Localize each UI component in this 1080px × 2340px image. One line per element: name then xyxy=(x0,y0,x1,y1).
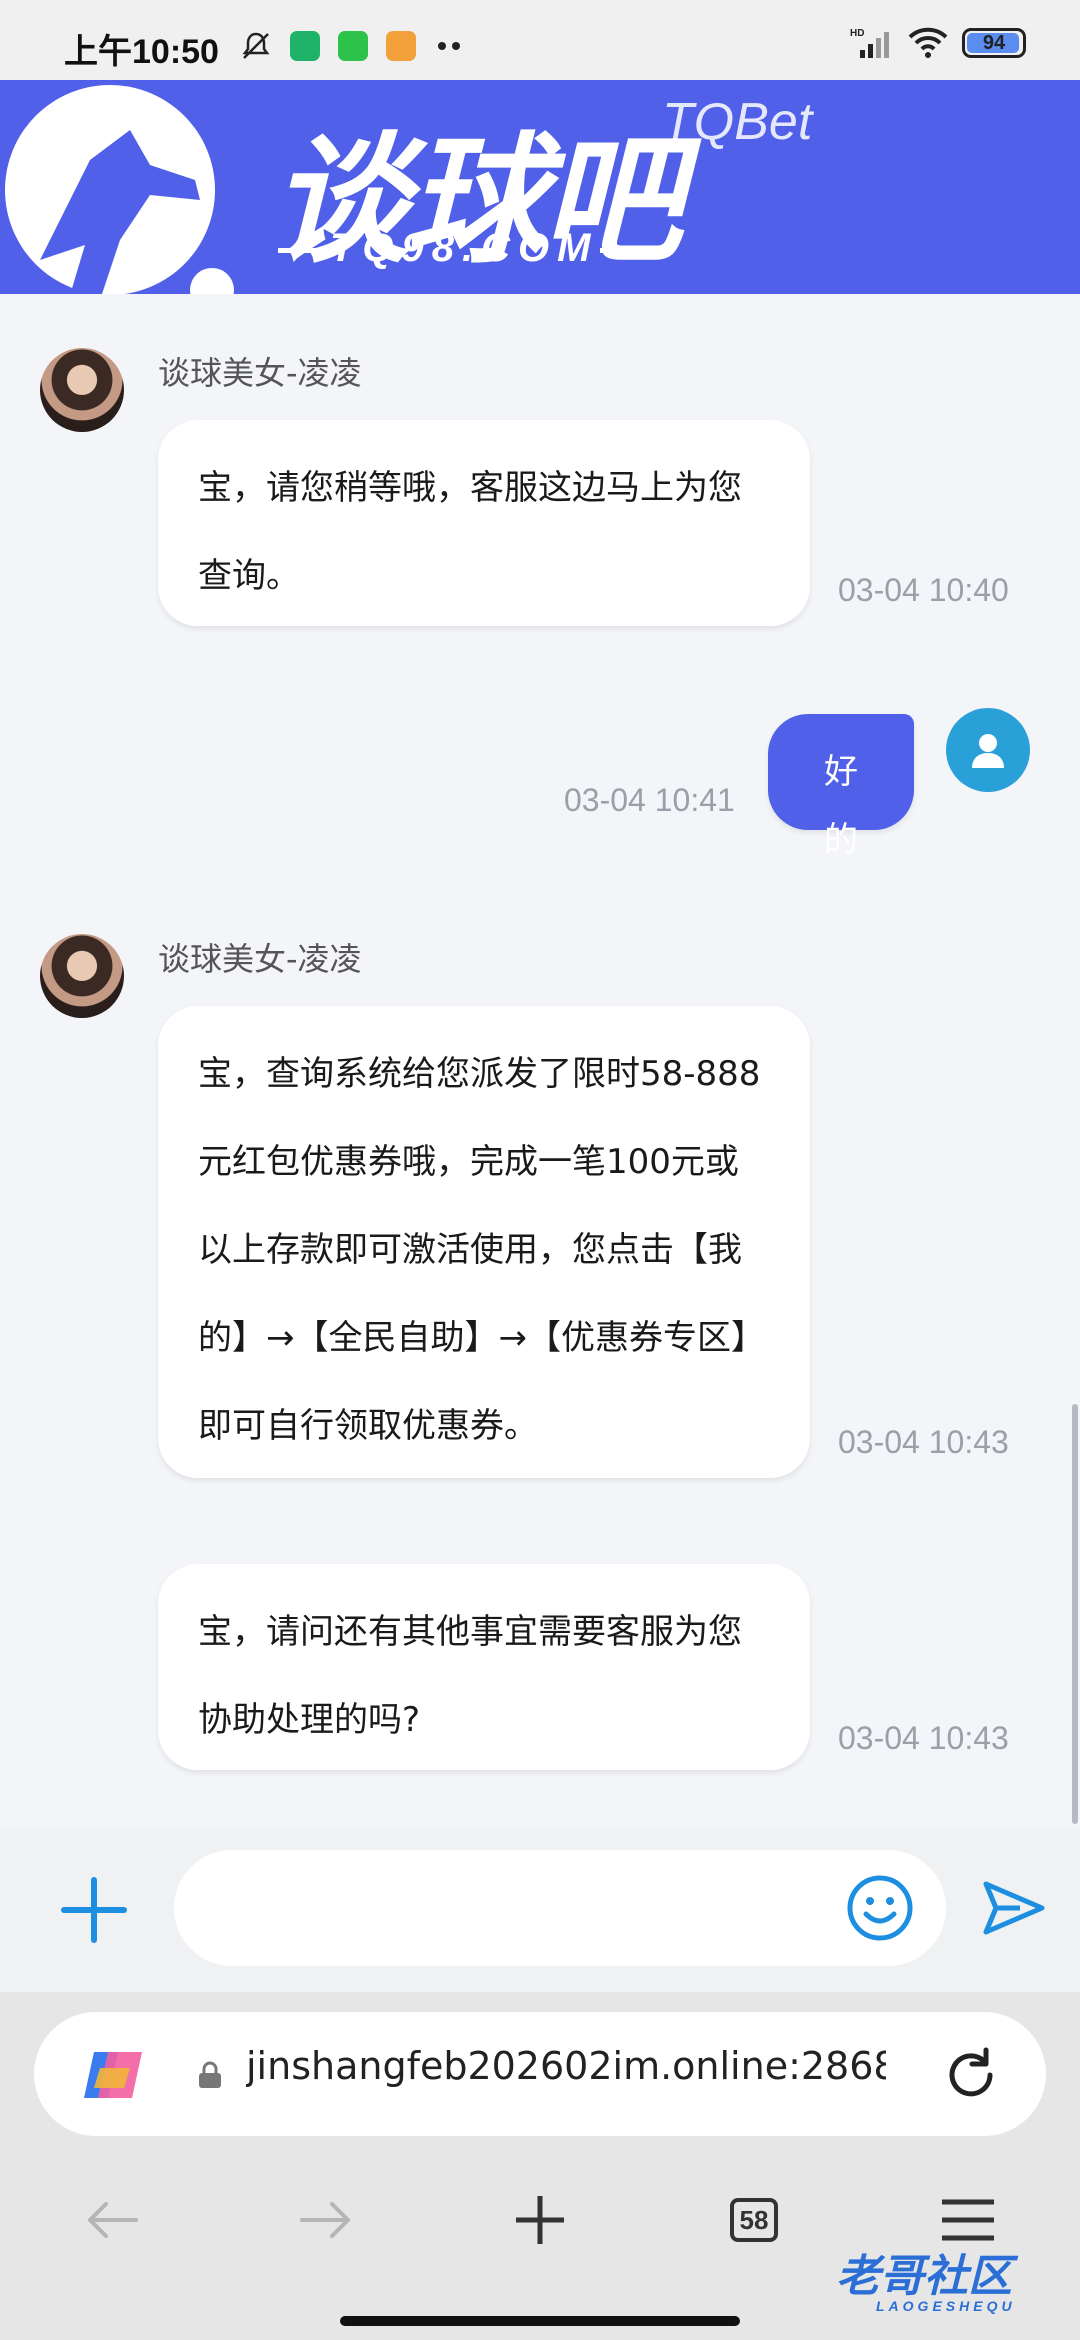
brand-url: TQ98.COM xyxy=(330,226,599,270)
wechat-icon xyxy=(338,31,368,61)
tabs-icon: 58 xyxy=(730,2198,778,2242)
svg-text:HD: HD xyxy=(850,28,864,39)
back-icon xyxy=(88,2202,138,2238)
message-time: 03-04 10:41 xyxy=(564,782,735,818)
address-bar[interactable]: jinshangfeb202602im.online:2868 xyxy=(34,2012,1046,2136)
agent-avatar xyxy=(40,348,124,432)
brand-logo-icon xyxy=(5,85,234,294)
forward-icon xyxy=(300,2202,350,2238)
status-time: 上午10:50 xyxy=(64,33,219,71)
tabs-button[interactable]: 58 xyxy=(714,2180,794,2260)
wifi-icon xyxy=(908,27,948,58)
status-system-icons: HD 94 xyxy=(850,26,1026,60)
new-tab-icon xyxy=(516,2196,564,2244)
copilot-icon[interactable] xyxy=(80,2042,146,2108)
lock-icon xyxy=(199,2061,221,2088)
agent-avatar xyxy=(40,934,124,1018)
signal-icon: HD xyxy=(850,28,889,58)
chat-scrollbar[interactable] xyxy=(1072,1404,1078,1824)
message-sender: 谈球美女-凌凌 xyxy=(158,940,362,978)
forward-button[interactable] xyxy=(286,2180,366,2260)
message-time: 03-04 10:43 xyxy=(838,1720,1009,1756)
message-bubble: 宝，请您稍等哦，客服这边马上为您查询。 xyxy=(158,420,810,626)
message-bubble: 宝，查询系统给您派发了限时58-888元红包优惠券哦，完成一笔100元或以上存款… xyxy=(158,1006,810,1478)
brand-name-en: TQBet xyxy=(662,93,813,151)
brand-banner: 谈球吧 TQBet TQ98.COM xyxy=(0,80,1080,294)
emoji-icon[interactable] xyxy=(846,1874,914,1942)
back-button[interactable] xyxy=(72,2180,152,2260)
new-tab-button[interactable] xyxy=(500,2180,580,2260)
shield-icon xyxy=(290,31,320,61)
self-message-bubble: 好的 xyxy=(768,714,914,860)
watermark-logo: 老哥社区 LAOGESHEQU xyxy=(836,2252,1016,2314)
url-text[interactable]: jinshangfeb202602im.online:2868 xyxy=(246,2044,886,2104)
brand-url-rule-right xyxy=(600,248,640,253)
browser-toolbar: jinshangfeb202602im.online:2868 58 老哥社区 L… xyxy=(0,1992,1080,2340)
reload-icon[interactable] xyxy=(942,2046,1000,2104)
message-sender: 谈球美女-凌凌 xyxy=(158,354,362,392)
message-time: 03-04 10:43 xyxy=(838,1424,1009,1460)
send-icon[interactable] xyxy=(980,1874,1048,1942)
user-icon xyxy=(972,734,1004,768)
menu-icon xyxy=(942,2199,994,2241)
status-notification-icons xyxy=(240,30,464,62)
plus-icon[interactable] xyxy=(56,1872,132,1948)
more-dots-icon xyxy=(438,42,460,50)
message-bubble: 宝，请问还有其他事宜需要客服为您协助处理的吗? xyxy=(158,1564,810,1770)
home-indicator[interactable] xyxy=(340,2316,740,2326)
mute-bell-icon xyxy=(242,32,270,59)
user-avatar xyxy=(946,708,1030,792)
chat-app-icon xyxy=(386,31,416,61)
chat-messages[interactable]: 谈球美女-凌凌 宝，请您稍等哦，客服这边马上为您查询。 03-04 10:40 … xyxy=(0,294,1080,1828)
message-time: 03-04 10:40 xyxy=(838,572,1009,608)
message-input-bar xyxy=(0,1828,1080,1992)
brand-url-rule-left xyxy=(278,248,318,253)
battery-icon: 94 xyxy=(962,28,1026,58)
status-bar: 上午10:50 HD 94 xyxy=(0,0,1080,80)
message-input[interactable] xyxy=(174,1850,946,1966)
